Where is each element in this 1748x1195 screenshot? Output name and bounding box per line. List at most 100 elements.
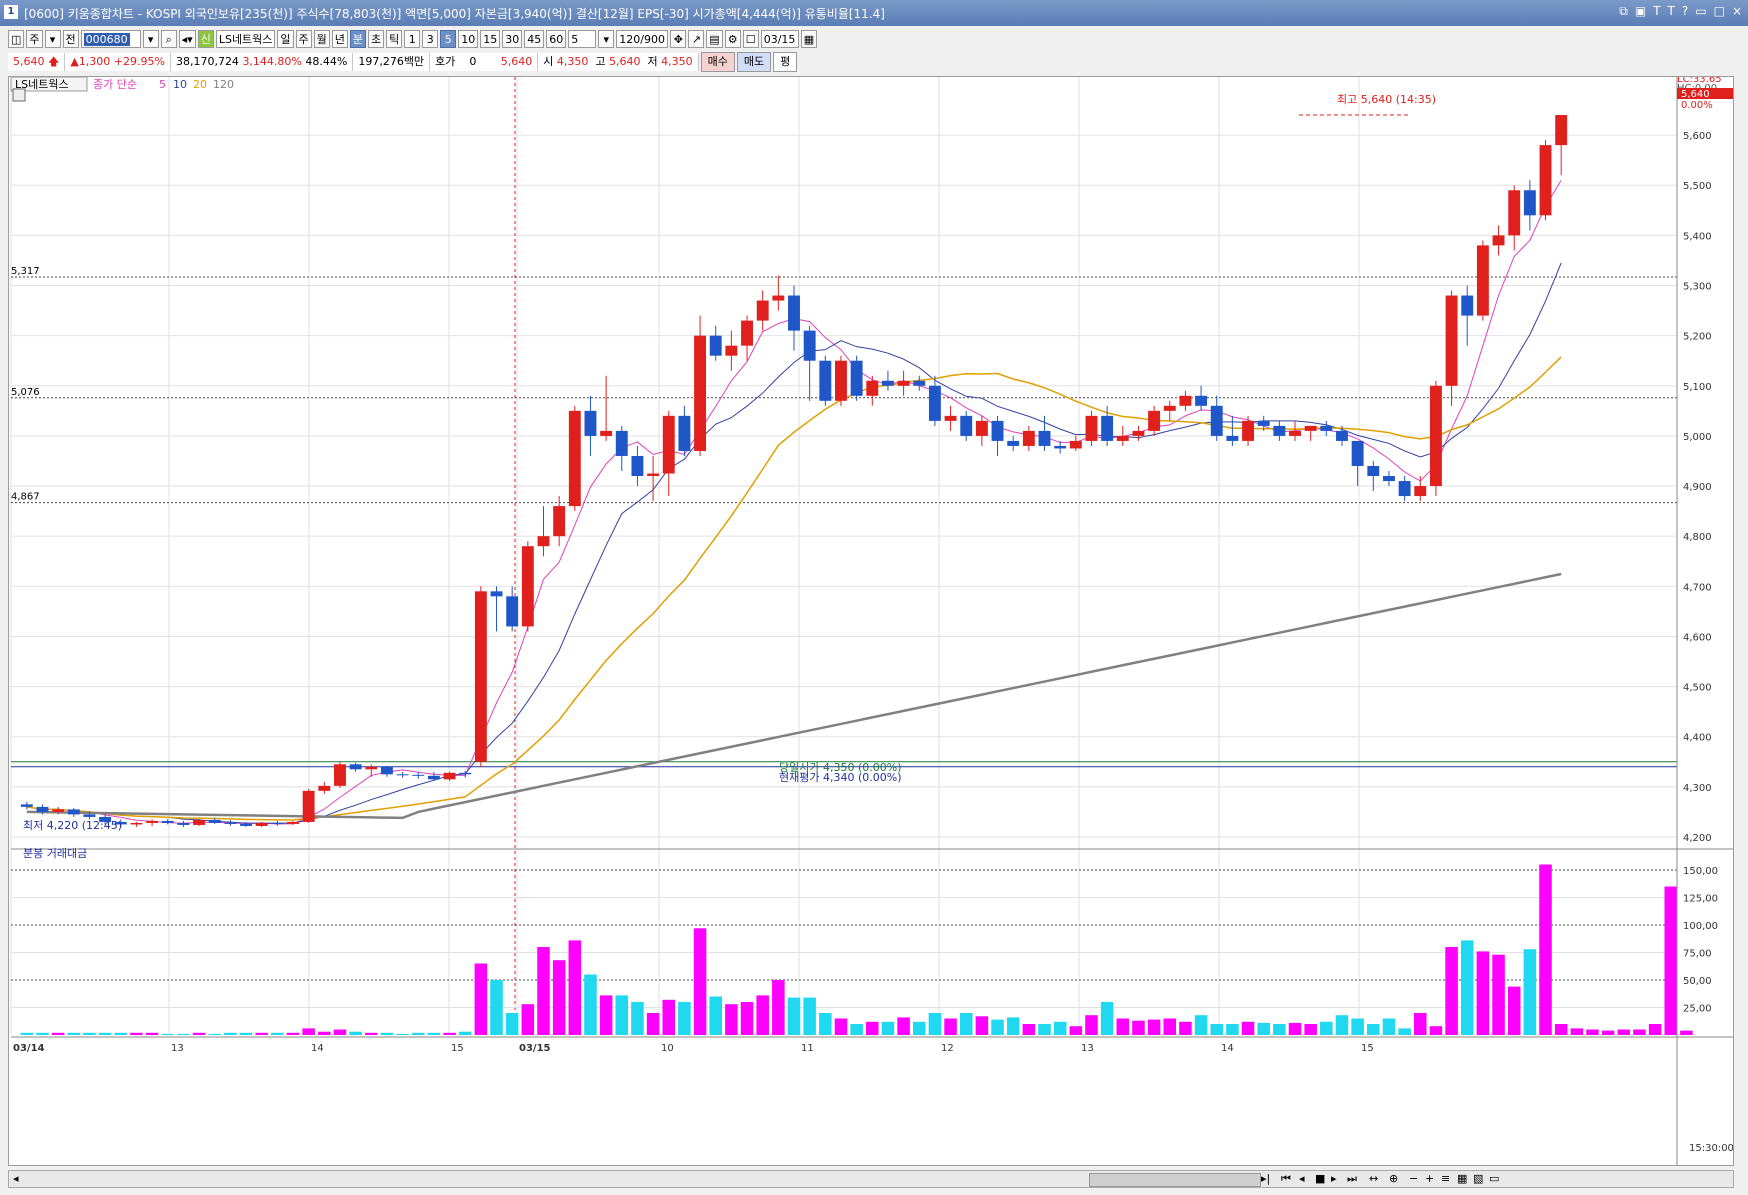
- zoom-range-icon[interactable]: ↔: [1369, 1172, 1378, 1185]
- candle-body: [725, 345, 738, 356]
- period-tick[interactable]: 틱: [386, 30, 403, 48]
- period-year[interactable]: 년: [331, 30, 348, 48]
- close-icon[interactable]: ×: [1732, 4, 1742, 19]
- interval-10[interactable]: 10: [458, 30, 479, 48]
- sound-icon[interactable]: ◂▾: [178, 30, 196, 48]
- fast-forward-icon[interactable]: ⏭: [1347, 1172, 1357, 1186]
- buy-button[interactable]: 매수: [700, 52, 735, 72]
- window-title: [0600] 키움종합차트 - KOSPI 외국인보유[235(천)] 주식수[…: [24, 7, 885, 21]
- draw-tool-icon[interactable]: ↗: [688, 30, 705, 48]
- period-second[interactable]: 초: [368, 30, 385, 48]
- time-label: 15:30:00: [1689, 1143, 1733, 1154]
- volume-bar: [1601, 1030, 1615, 1035]
- price-chart[interactable]: 5,317 5,076 4,867 5,600 5,500 5,400 5,300 5,20…: [9, 74, 1734, 1165]
- interval-input[interactable]: 5: [568, 30, 597, 48]
- volume-bar: [521, 1004, 535, 1035]
- code-dropdown-icon[interactable]: ▾: [142, 30, 159, 48]
- rewind-icon[interactable]: ⏮: [1281, 1172, 1291, 1186]
- calendar-icon[interactable]: ▦: [800, 30, 818, 48]
- save-screen-icon[interactable]: ▣: [1635, 4, 1646, 19]
- interval-60[interactable]: 60: [546, 30, 567, 48]
- candle-body: [1179, 395, 1192, 406]
- interval-30[interactable]: 30: [502, 30, 523, 48]
- chart-area[interactable]: 5,317 5,076 4,867 5,600 5,500 5,400 5,300 5,20…: [8, 74, 1734, 1166]
- play-icon[interactable]: ▸: [1331, 1172, 1337, 1185]
- volume-bar: [584, 974, 597, 1035]
- stop-icon[interactable]: ■: [1315, 1172, 1325, 1185]
- volume-tick-label: 150,00: [1683, 866, 1718, 877]
- period-day[interactable]: 일: [277, 30, 294, 48]
- candle-body: [302, 790, 315, 822]
- scroll-next-icon[interactable]: ▸|: [1261, 1172, 1270, 1185]
- text-size-icon[interactable]: Τ: [1668, 4, 1675, 19]
- interval-45[interactable]: 45: [524, 30, 545, 48]
- sell-button[interactable]: 매도: [736, 52, 772, 72]
- volume-bar: [646, 1013, 660, 1035]
- mode-select[interactable]: 전: [62, 30, 79, 48]
- prev-icon[interactable]: ◂: [1299, 1172, 1305, 1185]
- settings-icon[interactable]: ⚙: [724, 30, 741, 48]
- search-icon[interactable]: ⌕: [160, 30, 177, 48]
- table-icon[interactable]: ▦: [1457, 1172, 1467, 1185]
- x-tick-label: 10: [661, 1043, 674, 1054]
- date-input[interactable]: 03/15: [760, 30, 799, 48]
- date-checkbox[interactable]: ☐: [742, 30, 759, 48]
- interval-15[interactable]: 15: [480, 30, 501, 48]
- type-dropdown-icon[interactable]: ▾: [44, 30, 61, 48]
- legend-ma-120: 120: [213, 78, 234, 91]
- candle-body: [177, 822, 190, 825]
- reset-icon[interactable]: ▭: [1489, 1172, 1499, 1185]
- y-tick-label: 4,500: [1683, 683, 1712, 694]
- volume-bar: [1414, 1013, 1427, 1035]
- volume-bar: [552, 960, 566, 1035]
- candle-body: [1101, 415, 1114, 441]
- chart-type-icon[interactable]: ▧: [1473, 1172, 1483, 1185]
- volume-bar: [380, 1032, 394, 1035]
- interval-5[interactable]: 5: [440, 30, 457, 48]
- save-icon[interactable]: ▤: [706, 30, 723, 48]
- type-select[interactable]: 주: [26, 30, 43, 48]
- volume-bar: [20, 1032, 34, 1035]
- candle-body: [1242, 420, 1254, 441]
- interval-dropdown-icon[interactable]: ▾: [598, 30, 615, 48]
- candle-body: [334, 764, 346, 786]
- minimize-icon[interactable]: ▭: [1695, 4, 1706, 19]
- scroll-left-icon[interactable]: ◂: [13, 1172, 19, 1185]
- high-label: 고: [595, 55, 606, 68]
- grid-toggle-icon[interactable]: [12, 88, 26, 102]
- stock-name-field[interactable]: LS네트웍스: [215, 30, 276, 48]
- candle-body: [788, 295, 800, 331]
- candle-body: [1038, 430, 1051, 446]
- candle-body: [1257, 420, 1270, 426]
- interval-3[interactable]: 3: [422, 30, 439, 48]
- candle-body: [897, 380, 910, 386]
- horizontal-scrollbar[interactable]: ◂ ▸| ⏮ ◂ ■ ▸ ⏭ ↔ ⊕ − + ≡ ▦ ▧ ▭: [8, 1170, 1734, 1188]
- volume-bar: [411, 1032, 425, 1035]
- scroll-thumb[interactable]: [1089, 1173, 1261, 1187]
- volume-bar: [1335, 1015, 1349, 1035]
- count-input[interactable]: 120/900: [616, 30, 669, 48]
- candle-body: [553, 506, 566, 537]
- crosshair-icon[interactable]: ✥: [670, 30, 687, 48]
- period-week[interactable]: 주: [295, 30, 312, 48]
- volume-bar: [1241, 1021, 1255, 1035]
- y-tick-label: 4,600: [1683, 632, 1712, 643]
- legend-ma-label: 종가 단순: [93, 78, 137, 91]
- stock-code-input[interactable]: 000680: [80, 30, 141, 48]
- volume-bar: [740, 1002, 754, 1035]
- layout-icon[interactable]: ⧉: [1619, 4, 1628, 19]
- zoom-in-icon[interactable]: +: [1425, 1172, 1434, 1185]
- maximize-icon[interactable]: □: [1714, 4, 1725, 19]
- candle-body: [1007, 440, 1020, 446]
- draw-cross-icon[interactable]: ⊕: [1389, 1172, 1398, 1185]
- y-tick-label: 4,800: [1683, 532, 1712, 543]
- help-icon[interactable]: ?: [1682, 4, 1688, 19]
- list-icon[interactable]: ≡: [1441, 1172, 1450, 1185]
- period-minute[interactable]: 분: [349, 30, 367, 48]
- layout-toggle-icon[interactable]: ◫: [8, 30, 25, 48]
- period-month[interactable]: 월: [313, 30, 330, 48]
- font-icon[interactable]: Τ: [1653, 4, 1660, 19]
- eval-button[interactable]: 평: [773, 52, 798, 72]
- interval-1[interactable]: 1: [404, 30, 421, 48]
- zoom-out-icon[interactable]: −: [1409, 1172, 1418, 1185]
